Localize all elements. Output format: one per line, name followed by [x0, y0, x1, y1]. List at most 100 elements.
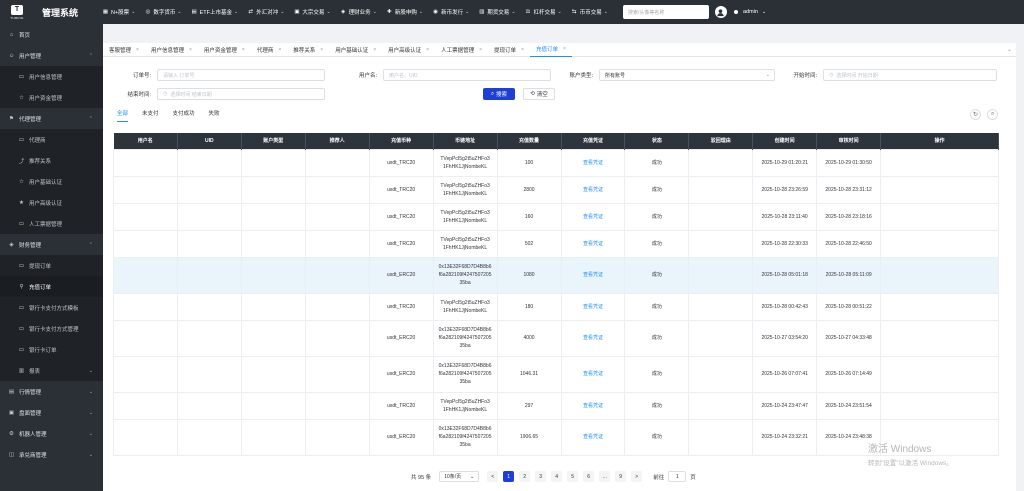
- tab-4[interactable]: 推荐关系 ×: [287, 46, 329, 54]
- view-proof-link[interactable]: 查看凭证: [583, 371, 603, 377]
- close-icon[interactable]: ×: [563, 46, 566, 52]
- page-6[interactable]: 6: [583, 471, 595, 482]
- page-5[interactable]: 5: [567, 471, 579, 482]
- table-row[interactable]: usdt_ERC20 0x13E32F68D7D4B8b6 f6a282109f42…: [113, 256, 999, 294]
- tab-1[interactable]: 用户信息管理 ×: [145, 46, 198, 54]
- logo[interactable]: T TURING: [0, 0, 34, 24]
- page-2[interactable]: 2: [519, 471, 531, 482]
- page-…[interactable]: …: [599, 471, 611, 482]
- topnav-item-0[interactable]: ▦ N+股票 ⌄: [102, 8, 136, 16]
- table-row[interactable]: usdt_TRC20 TVepPcI5g2t5uZHFo3 1FhHK1JjNomb…: [113, 391, 999, 420]
- sidebar-item-6[interactable]: ⤴ 推荐关系: [0, 150, 103, 171]
- sidebar-item-19[interactable]: ⚙ 机器人管理 ⌄: [0, 423, 103, 444]
- status-tab-3[interactable]: 失败: [209, 109, 220, 122]
- refresh-button[interactable]: ↻: [970, 109, 981, 120]
- topnav-item-7[interactable]: ◉ 新币发行 ⌄: [432, 8, 469, 16]
- view-proof-link[interactable]: 查看凭证: [583, 187, 603, 193]
- close-icon[interactable]: ×: [189, 47, 192, 53]
- table-row[interactable]: usdt_ERC20 0x13E32F68D7D4B8b6 f6a282109f42…: [113, 319, 999, 357]
- sidebar-item-2[interactable]: ▭ 用户信息管理: [0, 66, 103, 87]
- topnav-item-10[interactable]: ⇆ 币币交易 ⌄: [571, 8, 608, 16]
- table-row[interactable]: usdt_TRC20 TVepPcI5g2t5uZHFo3 1FhHK1JjNomb…: [113, 202, 999, 231]
- topnav-item-2[interactable]: ▤ ETF上市基金 ⌄: [191, 8, 239, 16]
- order-no-input[interactable]: 请输入 订单号: [157, 69, 325, 81]
- tab-2[interactable]: 用户资金管理 ×: [198, 46, 251, 54]
- sidebar-item-3[interactable]: ☆ 用户资金管理: [0, 87, 103, 108]
- table-row[interactable]: usdt_ERC20 0x13E32F68D7D4B8b6 f6a282109f42…: [113, 355, 999, 393]
- tab-7[interactable]: 人工票据管理 ×: [435, 46, 488, 54]
- view-proof-link[interactable]: 查看凭证: [583, 214, 603, 220]
- view-proof-link[interactable]: 查看凭证: [583, 335, 603, 341]
- tab-9[interactable]: 充值订单 ×: [529, 43, 572, 57]
- sidebar-item-1[interactable]: ☺ 用户管理 ⌃: [0, 45, 103, 66]
- sidebar-item-0[interactable]: ⌂ 首页: [0, 24, 103, 45]
- close-icon[interactable]: ×: [521, 47, 524, 53]
- topnav-item-6[interactable]: ✚ 新股申购 ⌄: [386, 8, 423, 16]
- status-tab-1[interactable]: 未支付: [142, 109, 159, 122]
- sidebar-item-15[interactable]: ▭ 银行卡订单: [0, 339, 103, 360]
- topnav-item-8[interactable]: ▥ 期货交易 ⌄: [478, 8, 515, 16]
- page-3[interactable]: 3: [535, 471, 547, 482]
- status-tab-2[interactable]: 支付成功: [173, 109, 195, 122]
- page-1[interactable]: 1: [503, 471, 515, 482]
- tab-0[interactable]: 客服管理 ×: [103, 46, 145, 54]
- table-row[interactable]: usdt_TRC20 TVepPcI5g2t5uZHFo3 1FhHK1JjNomb…: [113, 148, 999, 177]
- table-row[interactable]: usdt_TRC20 TVepPcI5g2t5uZHFo3 1FhHK1JjNomb…: [113, 175, 999, 204]
- tab-8[interactable]: 提现订单 ×: [488, 46, 530, 54]
- tab-3[interactable]: 代理商 ×: [251, 46, 287, 54]
- table-row[interactable]: usdt_TRC20 TVepPcI5g2t5uZHFo3 1FhHK1JjNomb…: [113, 292, 999, 321]
- tab-6[interactable]: 用户高级认证 ×: [382, 46, 435, 54]
- sidebar-item-14[interactable]: ▭ 银行卡支付方式管理: [0, 318, 103, 339]
- topnav-item-5[interactable]: ◈ 理财业务 ⌄: [340, 8, 377, 16]
- page-size-select[interactable]: 10条/页 ⌄: [439, 471, 480, 482]
- start-time-input[interactable]: ◷ 选择时间 开始日期: [823, 69, 997, 81]
- end-time-input[interactable]: ◷ 选择时间 结束日期: [157, 88, 325, 100]
- search-button[interactable]: ⌕ 搜索: [483, 88, 515, 100]
- sidebar-item-20[interactable]: ◫ 承兑商管理 ⌄: [0, 444, 103, 465]
- search-toggle-button[interactable]: ⌕: [987, 109, 998, 120]
- view-proof-link[interactable]: 查看凭证: [583, 403, 603, 409]
- sidebar-item-12[interactable]: ⚲ 充值订单: [0, 276, 103, 297]
- sidebar-item-13[interactable]: ▭ 银行卡支付方式模板: [0, 297, 103, 318]
- close-icon[interactable]: ×: [242, 47, 245, 53]
- sidebar-item-9[interactable]: ▭ 人工票据管理: [0, 213, 103, 234]
- username-input[interactable]: 用户名、UID: [383, 69, 551, 81]
- close-icon[interactable]: ×: [479, 47, 482, 53]
- table-row[interactable]: usdt_TRC20 TVepPcI5g2t5uZHFo3 1FhHK1JjNomb…: [113, 229, 999, 258]
- sidebar-item-5[interactable]: ▭ 代理商: [0, 129, 103, 150]
- sidebar-item-10[interactable]: ◈ 财务管理 ⌃: [0, 234, 103, 255]
- close-icon[interactable]: ×: [426, 47, 429, 53]
- view-proof-link[interactable]: 查看凭证: [583, 434, 603, 440]
- clear-button[interactable]: ⟲ 清空: [523, 88, 555, 100]
- prev-page-button[interactable]: <: [487, 471, 499, 482]
- tab-5[interactable]: 用户基础认证 ×: [329, 46, 382, 54]
- view-proof-link[interactable]: 查看凭证: [583, 160, 603, 166]
- page-9[interactable]: 9: [615, 471, 627, 482]
- goto-page-input[interactable]: 1: [668, 471, 687, 482]
- topnav-item-9[interactable]: ⚖ 杠杆交易 ⌄: [525, 8, 562, 16]
- sidebar-item-18[interactable]: ▣ 盘面管理 ⌄: [0, 402, 103, 423]
- search-input[interactable]: 搜索/头像等名称: [622, 5, 709, 19]
- page-4[interactable]: 4: [551, 471, 563, 482]
- status-tab-0[interactable]: 全部: [117, 109, 129, 122]
- view-proof-link[interactable]: 查看凭证: [583, 272, 603, 278]
- table-row[interactable]: usdt_ERC20 0x13E32F68D7D4B8b6 f6a282109f42…: [113, 418, 999, 456]
- close-icon[interactable]: ×: [278, 47, 281, 53]
- sidebar-item-17[interactable]: ▤ 行情管理 ⌄: [0, 381, 103, 402]
- close-icon[interactable]: ×: [136, 47, 139, 53]
- sidebar-item-8[interactable]: ★ 用户高级认证: [0, 192, 103, 213]
- next-page-button[interactable]: >: [631, 471, 643, 482]
- close-icon[interactable]: ×: [373, 47, 376, 53]
- tabs-more-icon[interactable]: ⌄: [1007, 46, 1012, 53]
- close-icon[interactable]: ×: [320, 47, 323, 53]
- topnav-item-4[interactable]: ▣ 大宗交易 ⌄: [293, 8, 330, 16]
- topnav-item-1[interactable]: ◎ 数字货币 ⌄: [144, 8, 181, 16]
- view-proof-link[interactable]: 查看凭证: [583, 241, 603, 247]
- account-type-select[interactable]: 所有账号 ⌄: [599, 69, 775, 81]
- avatar[interactable]: [714, 6, 727, 18]
- sidebar-item-7[interactable]: ☆ 用户基础认证: [0, 171, 103, 192]
- user-menu[interactable]: admin ⌄: [733, 9, 766, 15]
- topnav-item-3[interactable]: ⇄ 外汇对冲 ⌄: [247, 8, 284, 16]
- sidebar-item-16[interactable]: ▥ 报表 ⌄: [0, 360, 103, 381]
- view-proof-link[interactable]: 查看凭证: [583, 304, 603, 310]
